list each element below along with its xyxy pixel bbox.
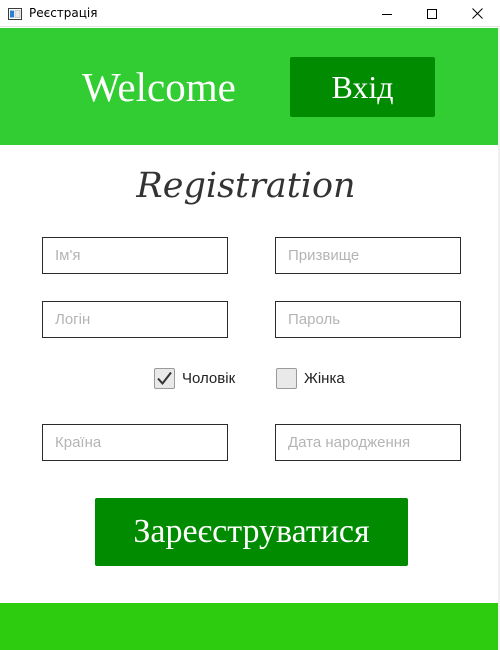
country-field[interactable] [42,424,228,461]
minimize-button[interactable] [364,0,410,27]
checkmark-icon [157,371,172,386]
birth-date-field[interactable] [275,424,461,461]
register-button[interactable]: Зареєструватися [95,498,408,566]
first-name-field[interactable] [42,237,228,274]
male-checkbox[interactable] [154,368,175,389]
maximize-icon [427,8,437,19]
window-title: Реєстрація [29,6,98,20]
last-name-field[interactable] [275,237,461,274]
close-icon [471,8,483,19]
close-button[interactable] [454,0,500,27]
maximize-button[interactable] [409,0,455,27]
login-field[interactable] [42,301,228,338]
page-title: Registration [136,166,356,206]
female-label[interactable]: Жінка [304,370,345,388]
login-button[interactable]: Вхід [290,57,435,117]
window-titlebar: Реєстрація [0,0,500,27]
footer-band [0,603,500,650]
female-checkbox[interactable] [276,368,297,389]
minimize-icon [382,13,392,15]
app-window-icon [8,7,22,20]
male-label[interactable]: Чоловік [182,370,235,388]
welcome-heading: Welcome [82,64,236,110]
password-field[interactable] [275,301,461,338]
